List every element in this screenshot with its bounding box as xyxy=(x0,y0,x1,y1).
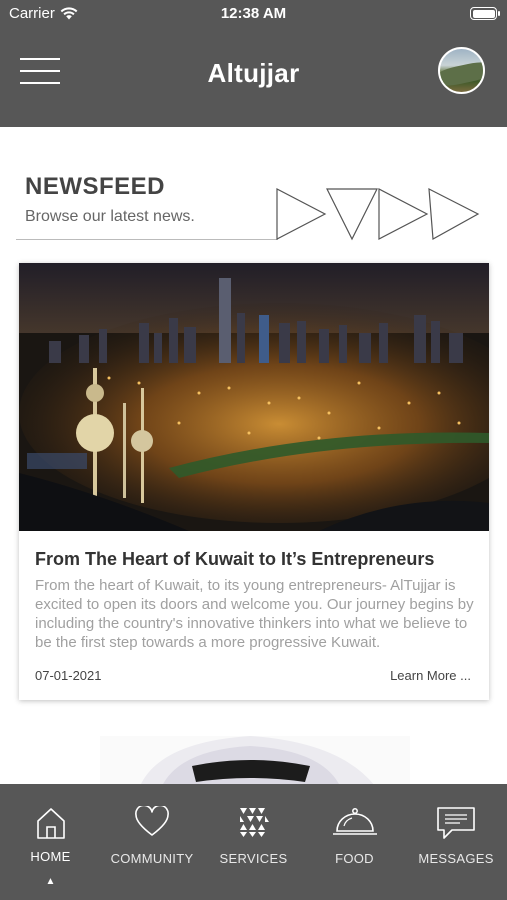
tab-services-label: SERVICES xyxy=(219,851,288,866)
heart-icon xyxy=(135,806,169,836)
newsfeed-subtitle: Browse our latest news. xyxy=(25,208,195,225)
home-icon xyxy=(36,808,65,839)
news-card[interactable]: From The Heart of Kuwait to It’s Entrepr… xyxy=(19,263,489,700)
bottom-tab-bar: HOME ▲ COMMUNITY SERVICES FOOD MESSAGES xyxy=(0,784,507,900)
chat-bubble-icon xyxy=(437,807,475,839)
app-title: Altujjar xyxy=(207,58,300,88)
battery-icon xyxy=(470,7,500,20)
next-card-photo xyxy=(100,736,410,786)
newsfeed-title: NEWSFEED xyxy=(25,173,166,200)
news-body: From the heart of Kuwait, to its young e… xyxy=(35,577,474,651)
tab-home-label: HOME xyxy=(30,849,71,864)
tab-messages-label: MESSAGES xyxy=(418,851,494,866)
news-image xyxy=(19,263,489,531)
status-time: 12:38 AM xyxy=(220,5,287,22)
cloche-icon xyxy=(332,808,377,835)
tab-community-label: COMMUNITY xyxy=(110,851,194,866)
news-title: From The Heart of Kuwait to It’s Entrepr… xyxy=(35,549,435,569)
tab-food[interactable]: FOOD xyxy=(304,784,405,900)
decorative-triangles-icon xyxy=(276,187,480,241)
kuwait-skyline-image xyxy=(19,263,489,531)
tab-home[interactable]: HOME ▲ xyxy=(0,784,101,900)
tab-community[interactable]: COMMUNITY xyxy=(101,784,203,900)
status-bar: Carrier 12:38 AM xyxy=(0,0,507,30)
tab-messages[interactable]: MESSAGES xyxy=(405,784,507,900)
newsfeed-divider xyxy=(16,239,278,240)
tab-services[interactable]: SERVICES xyxy=(203,784,304,900)
profile-avatar[interactable] xyxy=(438,47,485,94)
triangles-grid-icon xyxy=(239,808,269,837)
top-bar: Carrier 12:38 AM Altujjar xyxy=(0,0,507,127)
next-card-image xyxy=(100,736,410,786)
tab-food-label: FOOD xyxy=(335,851,374,866)
learn-more-link[interactable]: Learn More ... xyxy=(390,668,471,683)
news-date: 07-01-2021 xyxy=(35,668,102,683)
active-tab-caret-icon: ▲ xyxy=(45,876,56,887)
